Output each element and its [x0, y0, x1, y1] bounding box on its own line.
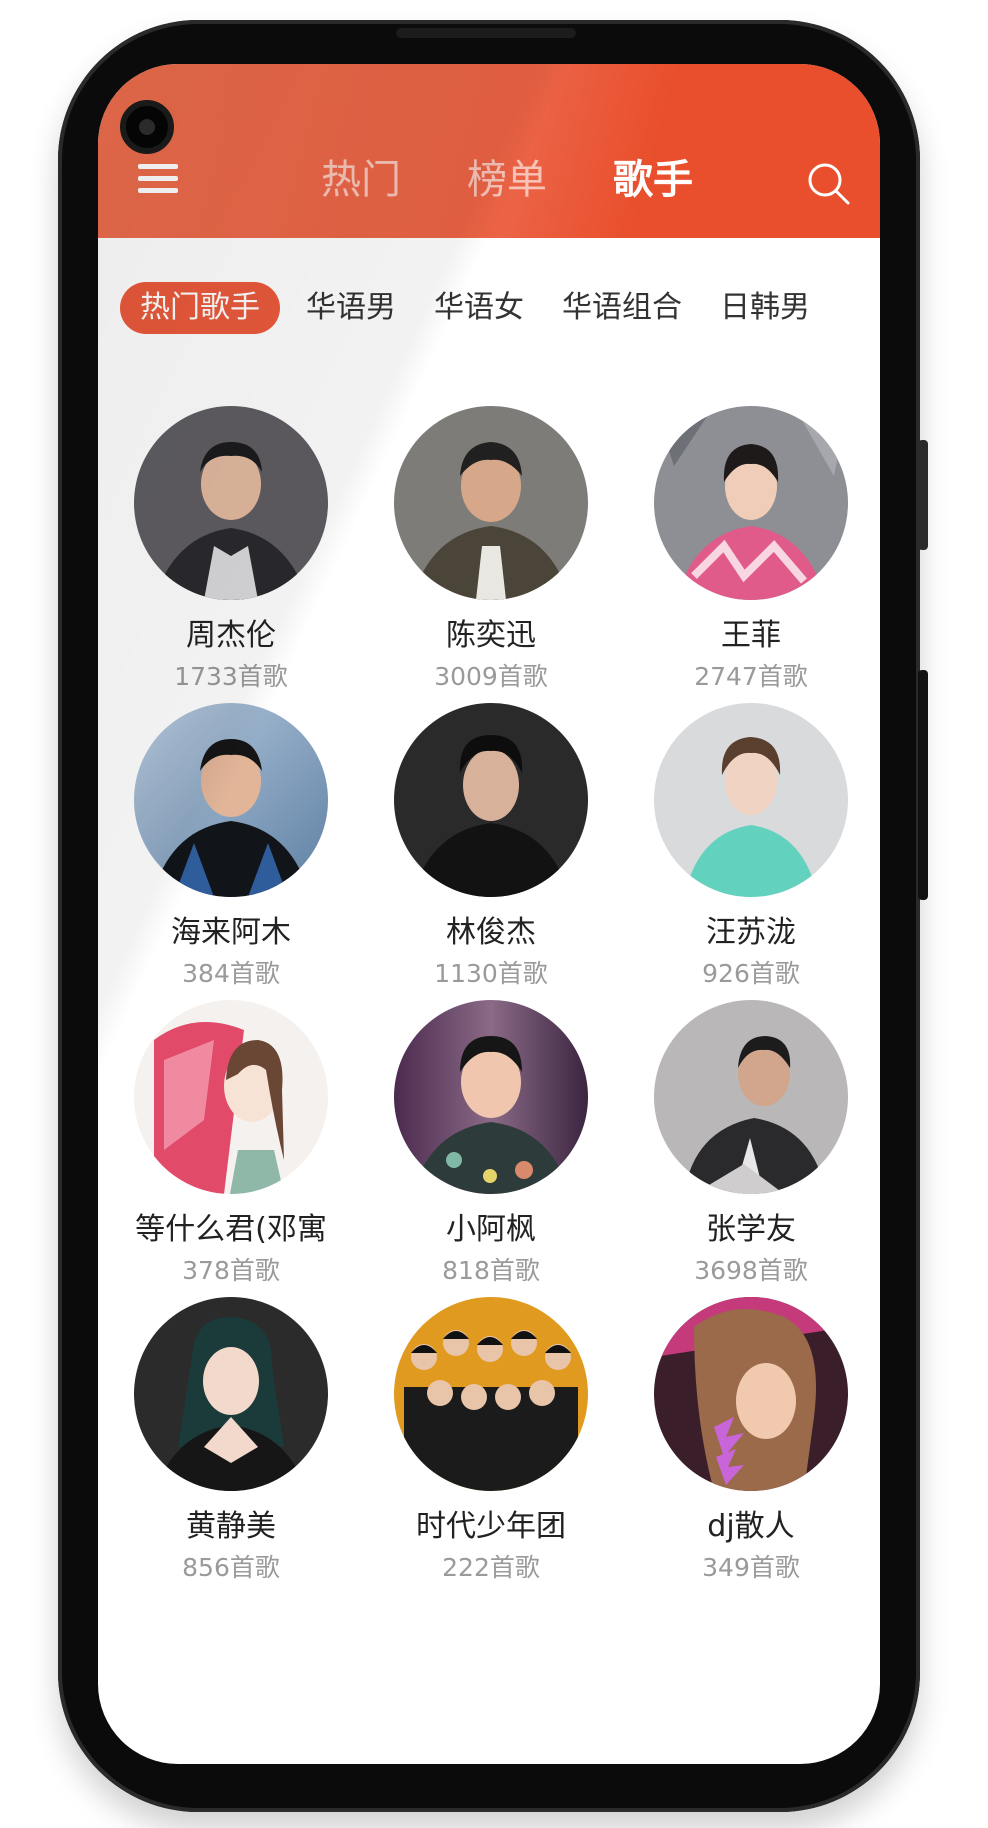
volume-button — [918, 440, 928, 550]
artist-card[interactable]: 黄静美 856首歌 — [100, 1297, 360, 1597]
artist-avatar — [134, 1000, 328, 1194]
hamburger-menu-icon[interactable] — [138, 162, 180, 198]
artist-card[interactable]: 林俊杰 1130首歌 — [360, 703, 620, 1003]
artist-card[interactable]: 海来阿木 384首歌 — [100, 703, 360, 1003]
phone-frame: 热门 榜单 歌手 热门歌手 华语男 华语女 华语组合 日韩男 周杰伦 1733首… — [58, 20, 928, 1812]
front-camera — [120, 100, 174, 154]
tab-charts[interactable]: 榜单 — [434, 150, 580, 210]
search-icon[interactable] — [805, 160, 853, 208]
speaker-slot — [396, 28, 576, 38]
chip-chinese-male[interactable]: 华语男 — [292, 282, 410, 334]
tab-singers[interactable]: 歌手 — [580, 150, 726, 210]
artist-song-count: 856首歌 — [182, 1553, 280, 1582]
artist-avatar — [134, 1297, 328, 1491]
artist-name: 海来阿木 — [171, 915, 291, 950]
artist-name: 张学友 — [706, 1212, 796, 1247]
chip-hot-singers[interactable]: 热门歌手 — [120, 282, 280, 334]
category-chips: 热门歌手 华语男 华语女 华语组合 日韩男 — [120, 278, 834, 338]
artist-song-count: 222首歌 — [442, 1553, 540, 1582]
tab-hot[interactable]: 热门 — [288, 150, 434, 210]
artist-avatar — [654, 1000, 848, 1194]
artist-song-count: 384首歌 — [182, 959, 280, 988]
artist-avatar — [134, 703, 328, 897]
artist-card[interactable]: 张学友 3698首歌 — [620, 1000, 880, 1300]
artist-name: 王菲 — [721, 618, 781, 653]
artist-name: 陈奕迅 — [446, 618, 536, 653]
artist-song-count: 818首歌 — [442, 1256, 540, 1285]
artist-avatar — [134, 406, 328, 600]
screen: 热门 榜单 歌手 热门歌手 华语男 华语女 华语组合 日韩男 周杰伦 1733首… — [98, 64, 880, 1764]
chip-jpkr-male[interactable]: 日韩男 — [706, 282, 824, 334]
artist-avatar — [394, 406, 588, 600]
app-header: 热门 榜单 歌手 — [98, 64, 880, 238]
artist-avatar — [654, 406, 848, 600]
artist-card[interactable]: dj散人 349首歌 — [620, 1297, 880, 1597]
artist-card[interactable]: 王菲 2747首歌 — [620, 406, 880, 706]
artist-avatar — [654, 1297, 848, 1491]
artist-name: dj散人 — [707, 1509, 795, 1544]
artist-avatar — [394, 1297, 588, 1491]
artist-name: 小阿枫 — [446, 1212, 536, 1247]
artist-song-count: 3698首歌 — [694, 1256, 808, 1285]
power-button — [918, 670, 928, 900]
artist-song-count: 1130首歌 — [434, 959, 548, 988]
artist-card[interactable]: 时代少年团 222首歌 — [360, 1297, 620, 1597]
artist-card[interactable]: 陈奕迅 3009首歌 — [360, 406, 620, 706]
artist-avatar — [394, 1000, 588, 1194]
artist-song-count: 1733首歌 — [174, 662, 288, 691]
artist-name: 林俊杰 — [446, 915, 536, 950]
artist-name: 汪苏泷 — [706, 915, 796, 950]
artist-name: 黄静美 — [186, 1509, 276, 1544]
artist-name: 周杰伦 — [186, 618, 276, 653]
chip-chinese-group[interactable]: 华语组合 — [548, 282, 696, 334]
artist-song-count: 378首歌 — [182, 1256, 280, 1285]
artist-avatar — [654, 703, 848, 897]
artist-song-count: 3009首歌 — [434, 662, 548, 691]
artist-song-count: 926首歌 — [702, 959, 800, 988]
artist-card[interactable]: 小阿枫 818首歌 — [360, 1000, 620, 1300]
artist-avatar — [394, 703, 588, 897]
artist-name: 等什么君(邓寓 — [135, 1212, 327, 1247]
main-tabs: 热门 榜单 歌手 — [288, 150, 726, 210]
chip-chinese-female[interactable]: 华语女 — [420, 282, 538, 334]
artist-card[interactable]: 等什么君(邓寓 378首歌 — [100, 1000, 360, 1300]
artist-card[interactable]: 周杰伦 1733首歌 — [100, 406, 360, 706]
artist-song-count: 349首歌 — [702, 1553, 800, 1582]
artist-name: 时代少年团 — [416, 1509, 566, 1544]
artist-song-count: 2747首歌 — [694, 662, 808, 691]
artist-card[interactable]: 汪苏泷 926首歌 — [620, 703, 880, 1003]
